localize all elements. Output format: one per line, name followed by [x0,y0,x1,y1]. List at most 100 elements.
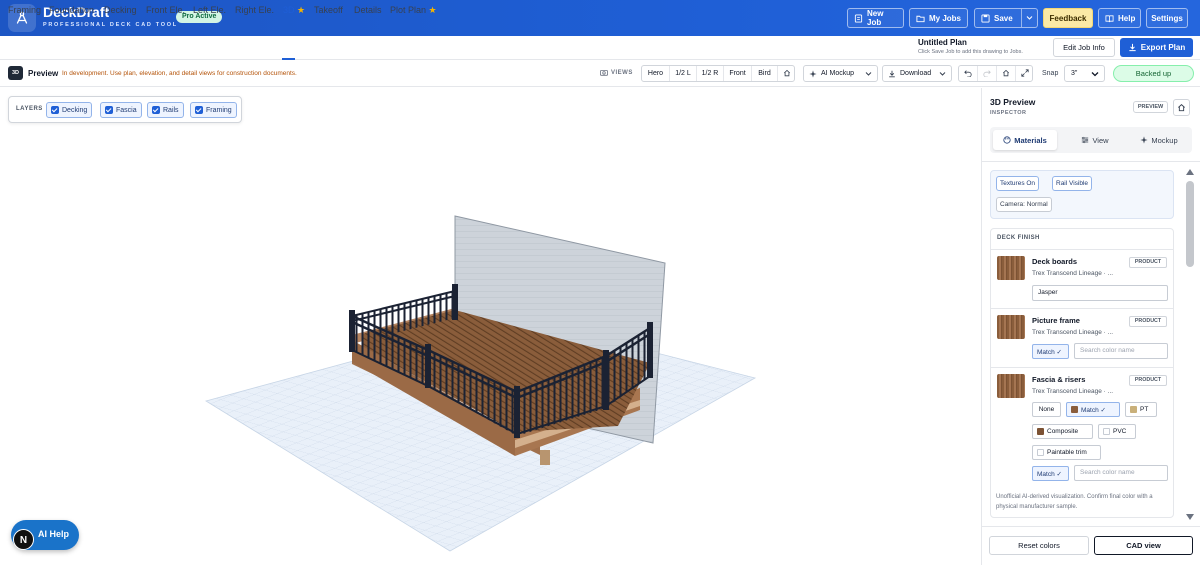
scroll-up-icon[interactable] [1185,168,1195,176]
export-plan-button[interactable]: Export Plan [1120,38,1193,57]
tab-framing[interactable]: Framing [8,5,41,15]
file-icon [854,13,863,23]
view-front-button[interactable]: Front [724,66,751,81]
match-label: Match ✓ [1037,470,1062,478]
view-hero-button[interactable]: Hero [642,66,669,81]
views-label: VIEWS [600,69,633,76]
fascia-option-paintable-trim[interactable]: Paintable trim [1032,445,1101,460]
product-badge: PRODUCT [1129,375,1167,386]
fascia-option-match[interactable]: Match ✓ [1066,402,1120,417]
tab-materials[interactable]: Materials [993,130,1057,150]
fascia-search-input[interactable]: Search color name [1074,465,1168,481]
sliders-icon [1082,136,1089,144]
settings-button[interactable]: Settings [1146,8,1188,28]
settings-label: Settings [1151,13,1183,23]
new-job-button[interactable]: New Job [847,8,904,28]
development-notice: In development. Use plan, elevation, and… [62,70,297,77]
layer-toggle-rails[interactable]: Rails [147,102,184,118]
tab-plot-plan[interactable]: Plot Plan ★ [390,5,437,16]
tab-details[interactable]: Details [354,5,382,15]
view-bird-button[interactable]: Bird [752,66,777,81]
tab-decking[interactable]: Decking [104,5,137,15]
layer-toggle-decking[interactable]: Decking [46,102,93,118]
tab-foundation[interactable]: Foundation [49,5,94,15]
tab-view-label: View [1092,135,1109,145]
undo-button[interactable] [959,66,977,81]
fascia-option-none[interactable]: None [1032,402,1061,417]
tab-right-elevation[interactable]: Right Ele. [235,5,274,15]
edit-job-info-button[interactable]: Edit Job Info [1053,38,1115,57]
mode-label: Preview [28,69,59,78]
tab-view[interactable]: View [1063,130,1127,150]
scroll-down-icon[interactable] [1185,513,1195,521]
disclaimer-text: Unofficial AI-derived visualization. Con… [996,494,1153,510]
assistant-avatar[interactable]: N [13,529,34,550]
export-icon [1129,43,1136,52]
inspector-title: 3D Preview [990,97,1036,107]
view-half-right-button[interactable]: 1/2 R [697,66,723,81]
chevron-down-icon [865,71,872,76]
feedback-button[interactable]: Feedback [1043,8,1093,28]
scrollbar-thumb[interactable] [1186,181,1194,267]
view-preset-group: Hero 1/2 L 1/2 R Front Bird [641,65,795,82]
app-tagline: PROFESSIONAL DECK CAD TOOL [43,22,178,28]
tab-mockup[interactable]: Mockup [1127,130,1191,150]
save-button[interactable]: Save [974,8,1038,28]
snap-select[interactable]: 3" [1064,65,1105,82]
deck-3d-render[interactable] [0,88,981,565]
save-divider [1021,9,1022,27]
tab-materials-label: Materials [1014,135,1047,145]
camera-mode-toggle[interactable]: Camera: Normal [996,197,1052,212]
backup-status-badge: Backed up [1113,65,1194,82]
fascia-option-pt[interactable]: PT [1125,402,1157,417]
download-icon [889,70,895,77]
rail-visible-toggle[interactable]: Rail Visible [1052,176,1093,191]
picture-frame-match-button[interactable]: Match ✓ [1032,344,1069,359]
help-button[interactable]: Help [1098,8,1141,28]
tab-left-elevation[interactable]: Left Ele. [193,5,226,15]
textures-toggle[interactable]: Textures On [996,176,1040,191]
view-home-button[interactable] [778,66,795,81]
layer-toggle-framing[interactable]: Framing [190,102,237,118]
picture-frame-search-input[interactable]: Search color name [1074,343,1168,359]
snap-value: 3" [1071,70,1078,77]
material-name: Picture frame [1032,316,1080,325]
color-chip-icon [1103,428,1110,435]
redo-icon [983,70,991,78]
tab-3d[interactable]: 3D ★ [283,5,305,16]
layer-toggle-fascia[interactable]: Fascia [100,102,142,118]
download-dropdown[interactable]: Download [882,65,952,82]
layers-panel: LAYERS Decking Fascia Rails Framing [8,96,242,123]
camera-icon [600,70,608,76]
material-name: Deck boards [1032,257,1078,266]
job-title[interactable]: Untitled Plan [918,38,967,47]
redo-button[interactable] [978,66,996,81]
fullscreen-button[interactable] [1016,66,1033,81]
reset-view-button[interactable] [997,66,1015,81]
snap-label: Snap [1042,70,1059,77]
cad-view-button[interactable]: CAD view [1094,536,1193,555]
option-label: Match ✓ [1081,406,1106,414]
tab-3d-label: 3D [283,5,295,15]
inspector-home-button[interactable] [1173,99,1190,116]
tab-takeoff[interactable]: Takeoff [314,5,343,15]
color-chip-icon [1071,406,1078,413]
chevron-down-icon[interactable] [1026,15,1033,21]
deck-boards-color-input[interactable]: Jasper [1032,285,1168,301]
fascia-match-button[interactable]: Match ✓ [1032,466,1069,481]
view-half-left-button[interactable]: 1/2 L [670,66,696,81]
ai-mockup-dropdown[interactable]: AI Mockup [803,65,878,82]
fascia-option-composite[interactable]: Composite [1032,424,1093,439]
product-badge: PRODUCT [1129,257,1167,268]
inspector-subtitle: INSPECTOR [990,110,1027,116]
checkbox-icon [152,106,160,114]
tab-front-elevation[interactable]: Front Ele. [146,5,185,15]
option-label: PVC [1113,428,1127,435]
checkbox-icon [105,106,113,114]
feedback-label: Feedback [1049,13,1087,23]
my-jobs-button[interactable]: My Jobs [909,8,968,28]
fascia-option-pvc[interactable]: PVC [1098,424,1136,439]
reset-colors-button[interactable]: Reset colors [989,536,1089,555]
3d-viewport[interactable] [0,88,981,565]
picture-frame-swatch [997,315,1025,339]
